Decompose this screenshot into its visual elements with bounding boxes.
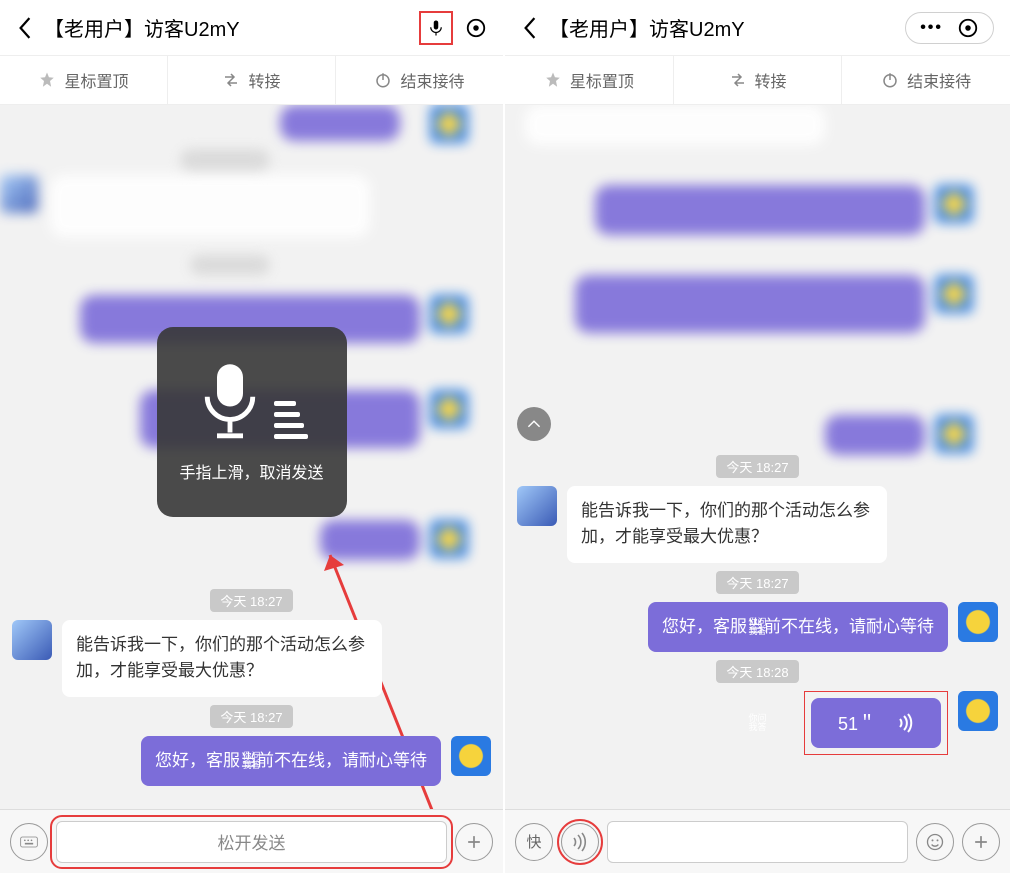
action-bar: 星标置顶 转接 结束接待 — [0, 55, 503, 105]
volume-bars — [274, 401, 308, 439]
star-action[interactable]: 星标置顶 — [505, 56, 674, 104]
outgoing-message: 您好，客服当前不在线，请耐心等待 — [517, 602, 998, 652]
message-text: 能告诉我一下，你们的那个活动怎么参加，才能享受最大优惠？ — [567, 486, 887, 563]
back-button[interactable] — [515, 13, 545, 43]
header: 【老用户】访客U2mY — [0, 0, 503, 55]
agent-avatar — [958, 602, 998, 642]
voice-toggle-button[interactable] — [561, 823, 599, 861]
visitor-avatar — [12, 620, 52, 660]
transfer-action[interactable]: 转接 — [674, 56, 843, 104]
timestamp: 今天 18:28 — [716, 660, 798, 683]
scroll-up-button[interactable] — [517, 407, 551, 441]
target-icon[interactable] — [459, 11, 493, 45]
timestamp: 今天 18:27 — [210, 589, 292, 612]
visitor-avatar — [517, 486, 557, 526]
timestamp: 今天 18:27 — [210, 705, 292, 728]
agent-avatar — [451, 736, 491, 776]
quick-reply-button[interactable]: 快 — [515, 823, 553, 861]
chat-body: 今天 18:27 能告诉我一下，你们的那个活动怎么参加，才能享受最大优惠？ 今天… — [505, 105, 1010, 809]
timestamp: 今天 18:27 — [716, 571, 798, 594]
voice-message-row: 51＂ — [517, 691, 998, 755]
timestamp: 今天 18:27 — [716, 455, 798, 478]
transfer-action[interactable]: 转接 — [168, 56, 336, 104]
capsule-menu[interactable]: ••• — [905, 12, 994, 44]
star-action[interactable]: 星标置顶 — [0, 56, 168, 104]
right-pane: 【老用户】访客U2mY ••• 星标置顶 转接 结束接待 — [505, 0, 1010, 873]
incoming-message: 能告诉我一下，你们的那个活动怎么参加，才能享受最大优惠？ — [517, 486, 998, 563]
hold-to-talk-button[interactable]: 松开发送 — [56, 821, 447, 863]
chat-body: 今天 18:27 能告诉我一下，你们的那个活动怎么参加，才能享受最大优惠？ 今天… — [0, 105, 503, 809]
emoji-button[interactable] — [916, 823, 954, 861]
chat-title: 【老用户】访客U2mY — [549, 13, 905, 42]
incoming-message: 能告诉我一下，你们的那个活动怎么参加，才能享受最大优惠？ — [12, 620, 491, 697]
outgoing-message: 您好，客服当前不在线，请耐心等待 — [12, 736, 491, 786]
agent-avatar — [958, 691, 998, 731]
left-pane: 【老用户】访客U2mY 星标置顶 转接 结束接待 — [0, 0, 505, 873]
header: 【老用户】访客U2mY ••• — [505, 0, 1010, 55]
end-action[interactable]: 结束接待 — [336, 56, 503, 104]
more-button[interactable] — [455, 823, 493, 861]
text-input[interactable] — [607, 821, 908, 863]
back-button[interactable] — [10, 13, 40, 43]
chat-title: 【老用户】访客U2mY — [44, 13, 413, 42]
more-dots-icon: ••• — [920, 19, 943, 37]
keyboard-toggle[interactable] — [10, 823, 48, 861]
more-button[interactable] — [962, 823, 1000, 861]
microphone-icon — [196, 361, 264, 439]
recording-hint: 手指上滑，取消发送 — [179, 459, 323, 483]
input-bar: 松开发送 — [0, 809, 503, 873]
action-bar: 星标置顶 转接 结束接待 — [505, 55, 1010, 105]
voice-input-button[interactable] — [419, 11, 453, 45]
message-text: 能告诉我一下，你们的那个活动怎么参加，才能享受最大优惠？ — [62, 620, 382, 697]
input-bar: 快 — [505, 809, 1010, 873]
end-action[interactable]: 结束接待 — [842, 56, 1010, 104]
target-icon — [957, 17, 979, 39]
recording-overlay: 手指上滑，取消发送 — [157, 327, 347, 517]
